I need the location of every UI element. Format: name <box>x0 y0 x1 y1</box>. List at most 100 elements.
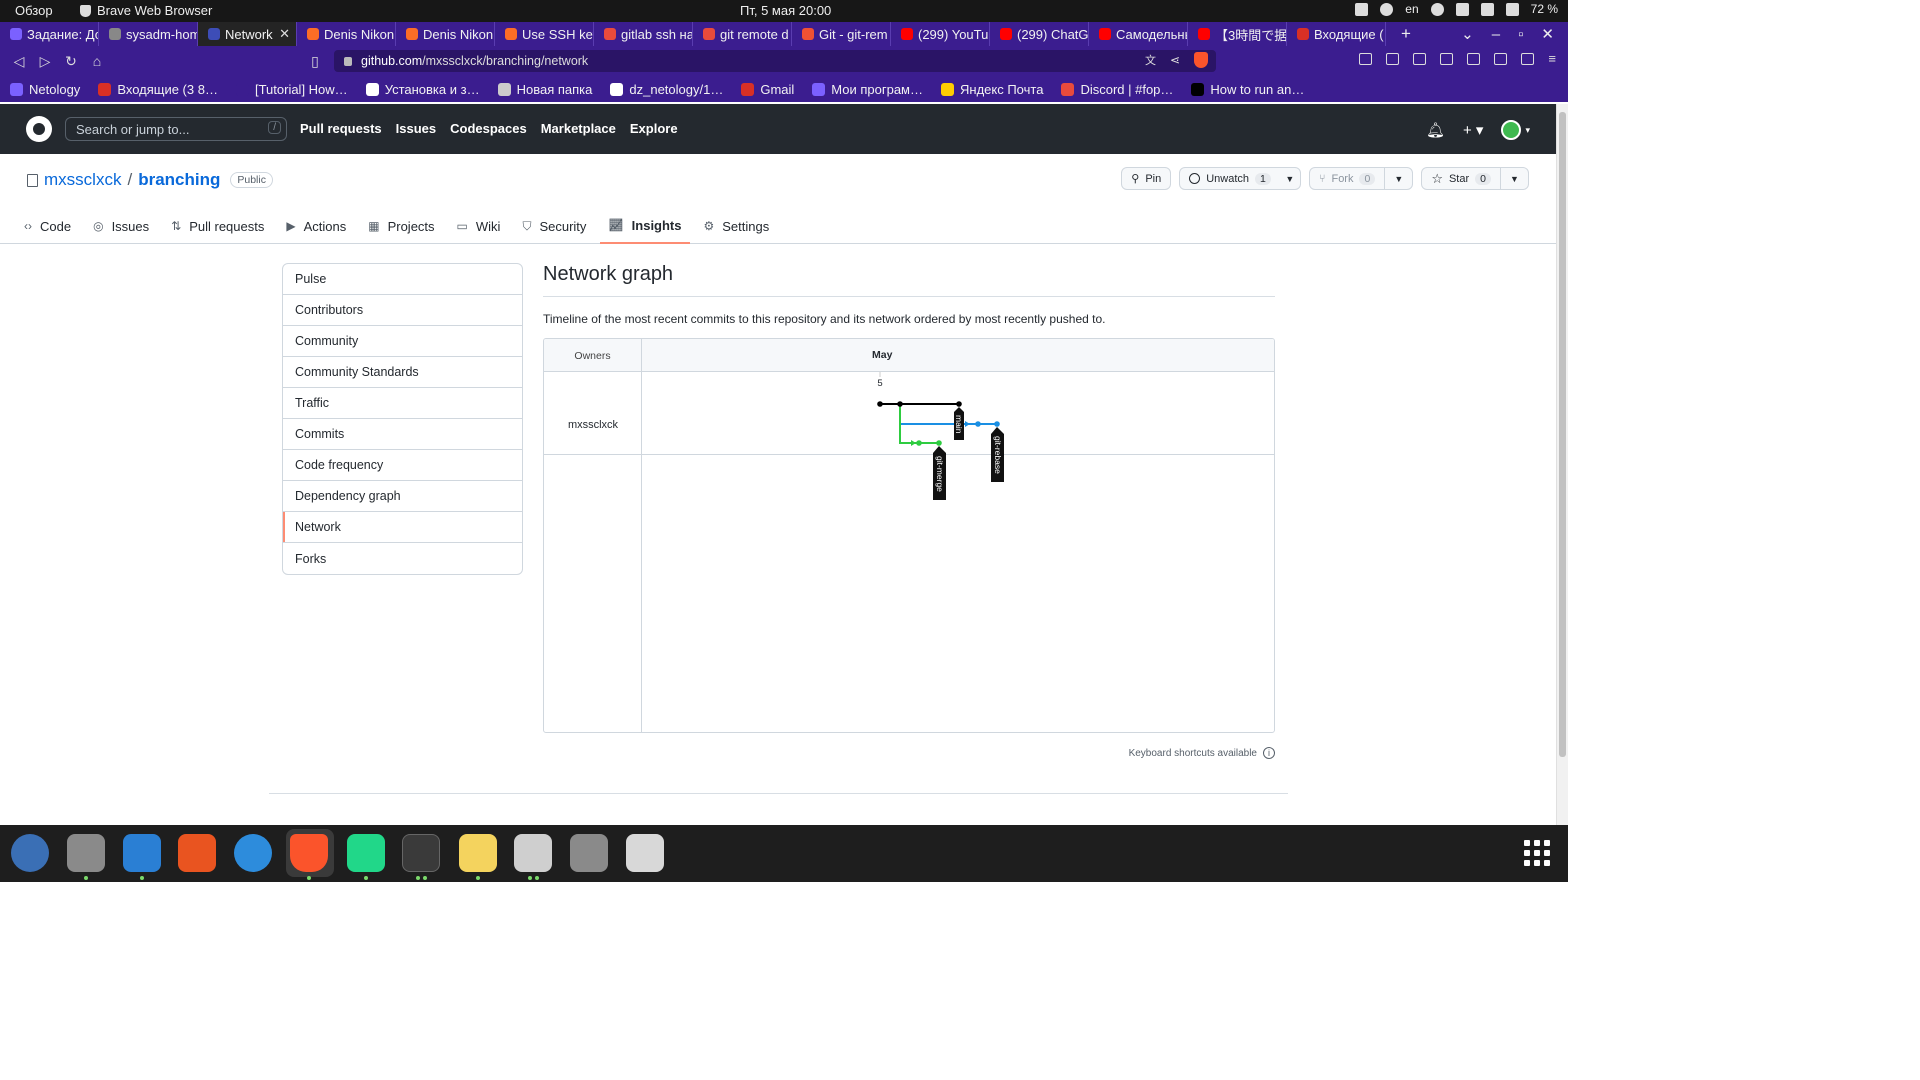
back-icon[interactable]: ◁ <box>6 53 32 70</box>
files-icon[interactable] <box>67 834 105 872</box>
branch-label-main[interactable]: main <box>954 407 964 440</box>
forward-icon[interactable]: ▷ <box>32 53 58 70</box>
keyboard-layout[interactable]: en <box>1405 2 1418 16</box>
trash-icon[interactable] <box>626 834 664 872</box>
show-apps-grid-icon[interactable] <box>1524 840 1550 866</box>
commit-dot[interactable] <box>897 401 903 407</box>
terminal-icon[interactable] <box>402 834 440 872</box>
maximize-icon[interactable]: ▫ <box>1518 26 1523 43</box>
browser-tab[interactable]: Denis Nikon <box>297 22 396 46</box>
owner-name[interactable]: mxssclxck <box>544 419 642 431</box>
bookmark-item[interactable]: Discord | #fop… <box>1061 82 1173 97</box>
text-editor-icon[interactable] <box>459 834 497 872</box>
pencil-icon[interactable] <box>1355 2 1369 16</box>
github-search-input[interactable]: Search or jump to... / <box>65 117 287 141</box>
playlist-icon[interactable] <box>1440 53 1454 65</box>
browser-tab[interactable]: Входящие ( <box>1287 22 1386 46</box>
browser-tab[interactable]: Самодельны <box>1089 22 1188 46</box>
tab-security[interactable]: ⛉ Security <box>514 208 594 244</box>
browser-tab[interactable]: git remote d <box>693 22 792 46</box>
bookmark-item[interactable]: How to run an… <box>1191 82 1304 97</box>
commit-dot[interactable] <box>975 421 981 427</box>
active-app[interactable]: Brave Web Browser <box>80 3 212 18</box>
volume-icon[interactable] <box>1480 2 1494 16</box>
browser-tab[interactable]: Denis Nikon <box>396 22 495 46</box>
sidebar-item-community[interactable]: Community <box>283 326 522 357</box>
tab-code[interactable]: ‹› Code <box>16 208 79 244</box>
share-icon[interactable]: ⋖ <box>1170 53 1180 67</box>
tab-wiki[interactable]: ▭ Wiki <box>449 208 509 244</box>
network-graph[interactable]: 5 main git-rebase git-merge <box>643 372 1275 733</box>
home-icon[interactable]: ⌂ <box>84 53 110 69</box>
repo-owner-link[interactable]: mxssclxck <box>44 170 121 190</box>
global-nav-codespaces[interactable]: Codespaces <box>450 121 527 136</box>
thunderbird-icon[interactable] <box>11 834 49 872</box>
star-button[interactable]: ☆ Star 0 ▼ <box>1421 167 1529 190</box>
global-nav-explore[interactable]: Explore <box>630 121 678 136</box>
sidebar-item-forks[interactable]: Forks <box>283 543 522 574</box>
commit-dot[interactable] <box>936 440 942 446</box>
translate-icon[interactable]: 文 <box>1145 52 1156 68</box>
sidebar-item-network[interactable]: Network <box>283 512 522 543</box>
sidebar-item-dependency-graph[interactable]: Dependency graph <box>283 481 522 512</box>
libreoffice-writer-icon[interactable] <box>123 834 161 872</box>
browser-tab[interactable]: (299) ChatG <box>990 22 1089 46</box>
sidebar-item-contributors[interactable]: Contributors <box>283 295 522 326</box>
bookmark-item[interactable]: Установка и з… <box>365 82 480 97</box>
pycharm-icon[interactable] <box>347 834 385 872</box>
sidebar-item-community-standards[interactable]: Community Standards <box>283 357 522 388</box>
browser-tab[interactable]: Network ✕ <box>198 22 297 46</box>
bookmark-item[interactable]: dz_netology/1… <box>610 82 723 97</box>
minimize-icon[interactable]: – <box>1492 26 1500 43</box>
wifi-icon[interactable] <box>1430 2 1444 16</box>
star-chevron-icon[interactable]: ▼ <box>1500 168 1528 189</box>
sidebar-item-commits[interactable]: Commits <box>283 419 522 450</box>
bluetooth-icon[interactable] <box>1455 2 1469 16</box>
reload-icon[interactable]: ↻ <box>58 53 84 70</box>
bookmark-item[interactable]: Gmail <box>741 82 794 97</box>
menu-icon[interactable]: ≡ <box>1548 52 1556 65</box>
tab-actions[interactable]: ▶ Actions <box>278 208 354 244</box>
tab-settings[interactable]: ⚙ Settings <box>696 208 778 244</box>
browser-tab[interactable]: Use SSH keys <box>495 22 594 46</box>
commit-dot[interactable] <box>956 401 962 407</box>
tab-insights[interactable]: 📈︎ Insights <box>600 208 690 244</box>
new-tab-button[interactable]: + <box>1392 24 1420 44</box>
browser-tab[interactable]: Задание: До <box>0 22 99 46</box>
browser-tab[interactable]: 【3時間で据 <box>1188 22 1287 46</box>
steam-icon[interactable] <box>1380 2 1394 16</box>
branch-label-git-rebase[interactable]: git-rebase <box>991 427 1004 482</box>
translate-ext-icon[interactable] <box>1386 53 1400 65</box>
image-viewer-icon[interactable] <box>514 834 552 872</box>
pin-button[interactable]: ⚲ Pin <box>1121 167 1172 190</box>
commit-dot[interactable] <box>994 421 1000 427</box>
close-tab-icon[interactable]: ✕ <box>279 26 290 42</box>
bookmark-item[interactable]: Мои програм… <box>812 82 923 97</box>
downloads-icon[interactable] <box>1467 53 1481 65</box>
sidebar-item-traffic[interactable]: Traffic <box>283 388 522 419</box>
sidebar-item-pulse[interactable]: Pulse <box>283 264 522 295</box>
network-graph-panel[interactable]: Owners May mxssclxck 5 main git-rebase g… <box>543 338 1275 733</box>
global-nav-pull-requests[interactable]: Pull requests <box>300 121 382 136</box>
commit-dot[interactable] <box>916 440 922 446</box>
user-avatar[interactable]: ▾ <box>1501 120 1530 140</box>
fork-button[interactable]: ⑂ Fork 0 ▼ <box>1308 167 1414 190</box>
bookmark-item[interactable]: Netology <box>10 82 80 97</box>
sidebar-item-code-frequency[interactable]: Code frequency <box>283 450 522 481</box>
bookmark-item[interactable]: Входящие (3 8… <box>98 82 218 97</box>
sidebar-toggle-icon[interactable] <box>1494 53 1508 65</box>
sd-card-icon[interactable] <box>570 834 608 872</box>
browser-tab[interactable]: sysadm-hom <box>99 22 198 46</box>
scrollbar-thumb[interactable] <box>1559 112 1566 757</box>
clock[interactable]: Пт, 5 мая 20:00 <box>740 3 831 18</box>
tab-search-chevron-icon[interactable]: ⌄ <box>1461 25 1474 43</box>
browser-tab[interactable]: Git - git-rem <box>792 22 891 46</box>
commit-dot[interactable] <box>877 401 883 407</box>
global-nav-marketplace[interactable]: Marketplace <box>541 121 616 136</box>
tab-projects[interactable]: ▦ Projects <box>360 208 442 244</box>
notifications-bell-icon[interactable]: 🔔︎ <box>1426 121 1445 139</box>
page-scrollbar[interactable] <box>1556 104 1568 825</box>
software-center-icon[interactable] <box>178 834 216 872</box>
bookmark-item[interactable]: Яндекс Почта <box>941 82 1043 97</box>
fork-chevron-icon[interactable]: ▼ <box>1384 168 1412 189</box>
